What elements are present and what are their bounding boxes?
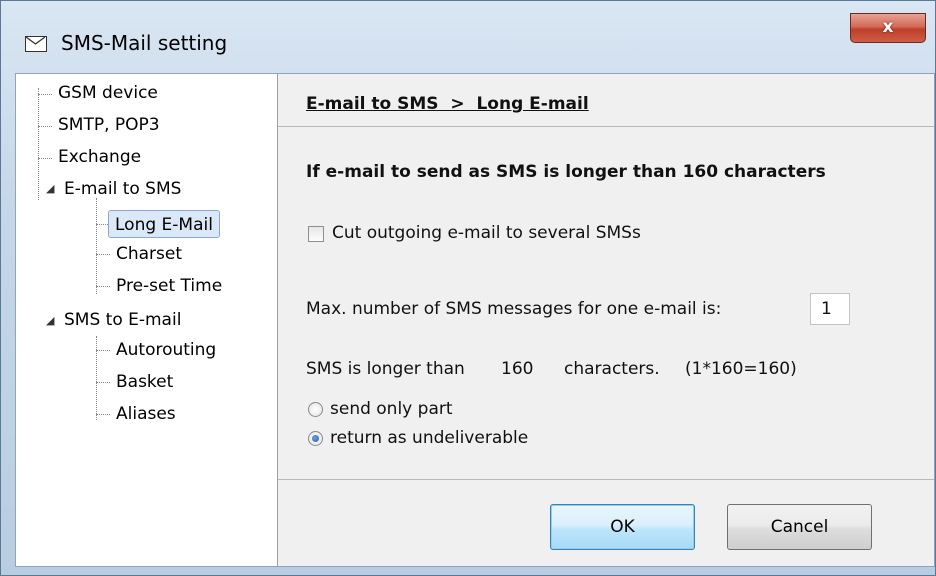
close-icon: x	[882, 17, 894, 37]
return-undeliverable-radio[interactable]	[308, 431, 323, 446]
tree-item-smtp-pop3[interactable]: SMTP, POP3	[58, 112, 160, 138]
tree-line	[38, 126, 52, 127]
tree-item-charset[interactable]: Charset	[116, 241, 182, 267]
panel-header: E-mail to SMS > Long E-mail	[278, 74, 934, 127]
tree-item-preset-time[interactable]: Pre-set Time	[116, 273, 222, 299]
dialog-client-area: GSM device SMTP, POP3 Exchange ◢ E-mail …	[15, 73, 935, 567]
return-undeliverable-label[interactable]: return as undeliverable	[330, 428, 528, 448]
envelope-icon	[25, 36, 47, 52]
title-bar: SMS-Mail setting x	[1, 1, 935, 71]
dialog-window: SMS-Mail setting x GSM device SMTP, POP3…	[0, 0, 936, 576]
window-title: SMS-Mail setting	[61, 31, 228, 55]
section-heading: If e-mail to send as SMS is longer than …	[306, 162, 826, 182]
tree-line	[38, 88, 39, 200]
tree-item-long-email[interactable]: Long E-Mail	[108, 210, 220, 238]
close-button[interactable]: x	[850, 13, 926, 43]
send-part-label[interactable]: send only part	[330, 399, 453, 419]
tree-item-basket[interactable]: Basket	[116, 369, 173, 395]
tree-line	[38, 158, 52, 159]
tree-item-email-to-sms[interactable]: E-mail to SMS	[64, 176, 181, 202]
max-sms-input[interactable]: 1	[810, 293, 850, 325]
tree-item-gsm-device[interactable]: GSM device	[58, 80, 158, 106]
tree-line	[96, 350, 110, 351]
characters-label: characters.	[564, 359, 660, 379]
longer-than-value: 160	[501, 359, 534, 379]
tree-item-sms-to-email[interactable]: SMS to E-mail	[64, 307, 181, 333]
button-bar: OK Cancel	[278, 480, 934, 566]
tree-line	[96, 198, 97, 294]
tree-line	[96, 336, 97, 420]
cut-email-checkbox[interactable]	[308, 226, 324, 242]
cancel-button[interactable]: Cancel	[727, 504, 872, 550]
settings-panel: E-mail to SMS > Long E-mail If e-mail to…	[278, 74, 934, 566]
tree-line	[96, 382, 110, 383]
tree-line	[96, 286, 110, 287]
tree-item-autorouting[interactable]: Autorouting	[116, 337, 216, 363]
settings-tree[interactable]: GSM device SMTP, POP3 Exchange ◢ E-mail …	[16, 74, 278, 566]
tree-item-exchange[interactable]: Exchange	[58, 144, 141, 170]
send-part-radio[interactable]	[308, 402, 323, 417]
expand-triangle-icon[interactable]: ◢	[46, 182, 54, 195]
breadcrumb: E-mail to SMS > Long E-mail	[306, 94, 589, 114]
tree-line	[38, 94, 52, 95]
cut-email-label[interactable]: Cut outgoing e-mail to several SMSs	[332, 223, 641, 243]
ok-button[interactable]: OK	[550, 504, 695, 550]
tree-line	[96, 414, 110, 415]
formula-label: (1*160=160)	[685, 359, 797, 379]
panel-body: If e-mail to send as SMS is longer than …	[278, 127, 934, 480]
expand-triangle-icon[interactable]: ◢	[46, 314, 54, 327]
tree-line	[96, 254, 110, 255]
longer-than-label: SMS is longer than	[306, 359, 465, 379]
envelope-flap	[26, 37, 45, 45]
tree-item-aliases[interactable]: Aliases	[116, 401, 176, 427]
max-sms-label: Max. number of SMS messages for one e-ma…	[306, 299, 722, 319]
